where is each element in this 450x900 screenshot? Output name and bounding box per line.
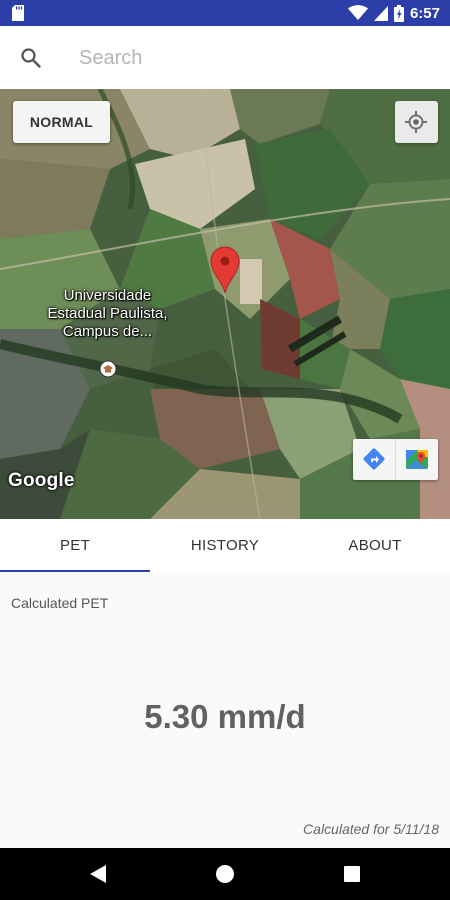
tab-bar: PET HISTORY ABOUT (0, 519, 450, 572)
directions-icon (363, 448, 385, 470)
tab-pet[interactable]: PET (0, 519, 150, 572)
directions-button[interactable] (353, 439, 395, 480)
cell-signal-icon (373, 5, 388, 21)
calculated-date: Calculated for 5/11/18 (303, 821, 439, 837)
tab-about[interactable]: ABOUT (300, 519, 450, 572)
my-location-icon (405, 111, 427, 133)
search-input[interactable] (79, 44, 419, 72)
home-icon[interactable] (216, 865, 234, 883)
poi-label: Universidade Estadual Paulista, Campus d… (47, 287, 168, 340)
wifi-icon (347, 5, 368, 20)
google-attribution: Google (8, 470, 75, 491)
map-view[interactable]: NORMAL Universidade Estadual Paulista, C… (0, 89, 450, 519)
pet-panel: Calculated PET 5.30 mm/d Calculated for … (0, 572, 450, 848)
location-pin-icon[interactable] (210, 246, 240, 294)
my-location-button[interactable] (395, 101, 438, 143)
google-maps-icon (406, 450, 428, 469)
status-bar: 6:57 (0, 0, 450, 26)
map-type-button[interactable]: NORMAL (13, 101, 110, 143)
university-icon[interactable] (99, 360, 117, 378)
back-icon[interactable] (90, 865, 106, 883)
status-time: 6:57 (409, 4, 440, 22)
map-toolbar (353, 439, 438, 480)
recents-icon[interactable] (344, 866, 360, 882)
open-google-maps-button[interactable] (395, 439, 437, 480)
search-icon[interactable] (20, 47, 42, 69)
pet-value: 5.30 mm/d (144, 698, 306, 735)
battery-icon (393, 4, 404, 22)
search-bar (0, 26, 450, 89)
tab-history[interactable]: HISTORY (150, 519, 300, 572)
calculated-pet-label: Calculated PET (11, 595, 109, 611)
sd-card-icon (12, 5, 24, 21)
navigation-bar (0, 848, 450, 900)
status-icons: 6:57 (347, 3, 440, 23)
